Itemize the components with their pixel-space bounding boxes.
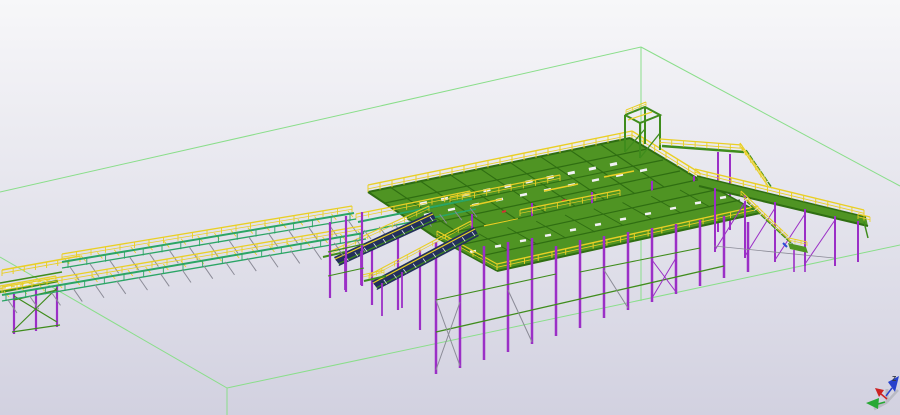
ucs-z-axis-label: Z xyxy=(892,376,897,383)
model-viewport[interactable]: Z xyxy=(0,0,900,415)
model-viewport-canvas[interactable]: Z xyxy=(0,0,900,415)
